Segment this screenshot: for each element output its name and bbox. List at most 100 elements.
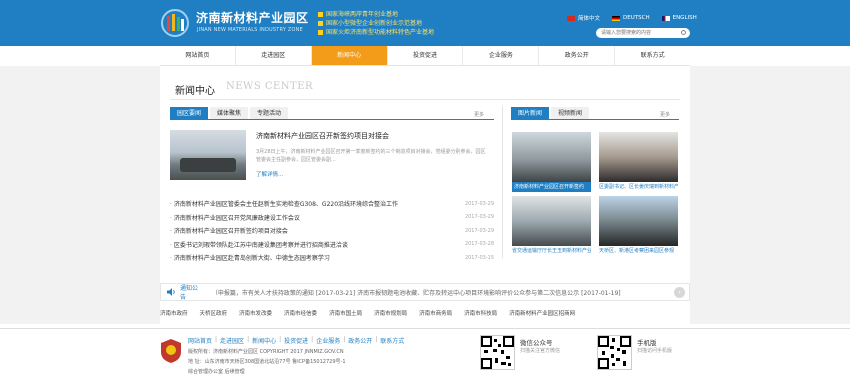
speaker-icon xyxy=(167,288,175,296)
tab-park-news[interactable]: 园区要闻 xyxy=(170,107,209,119)
featured-news-link[interactable]: 了解详情... xyxy=(256,170,283,178)
china-flag-icon xyxy=(567,15,575,21)
nav-about[interactable]: 走进园区 xyxy=(236,46,312,65)
honor-title: 国家海峡两岸青年创业基地 xyxy=(318,10,434,19)
government-seal-icon xyxy=(161,339,181,363)
copyright-text: 版权所有：济南新材料产业园区 COPYRIGHT 2017 JNNMIZ.GOV… xyxy=(188,349,344,355)
honor-titles: 国家海峡两岸青年创业基地 国家小型微型企业创新创业示范基地 国家火炬济南新型功能… xyxy=(318,10,434,37)
notice-ticker[interactable]: （申报篇，市有关人才扶持政策的通知 [2017-03-21] 济南市报韧题电池收… xyxy=(212,288,689,297)
search-icon[interactable] xyxy=(681,30,686,35)
tab-topics[interactable]: 专题活动 xyxy=(250,107,289,119)
tab-media[interactable]: 媒体聚焦 xyxy=(210,107,249,119)
friend-link[interactable]: 天桥区政府 xyxy=(200,309,228,317)
tab-photo-news[interactable]: 图片新闻 xyxy=(511,107,550,119)
photo-caption[interactable]: 省交通运输厅厅长王玉到新材料产业 xyxy=(512,246,591,256)
uk-flag-icon xyxy=(661,15,670,21)
bullet-icon xyxy=(318,12,323,17)
photo-tabs: 图片新闻 视频新闻 xyxy=(511,107,679,120)
news-list: 济南新材料产业园区管委会主任赵新生实地检查G308、G220沿线环境综合整治工作… xyxy=(170,197,494,265)
next-arrow-icon[interactable]: › xyxy=(674,287,685,298)
photo-grid: 济南新材料产业园区召开新签约 区委副书记、区长姜庆瑞到新材料产业园区 省交通运输… xyxy=(512,132,678,256)
nav-investment[interactable]: 投资促进 xyxy=(388,46,464,65)
nav-enterprise[interactable]: 企业服务 xyxy=(463,46,540,65)
friend-link[interactable]: 济南市规划局 xyxy=(374,309,407,317)
photo-image[interactable] xyxy=(599,196,678,246)
lang-deutsch[interactable]: DEUTSCH xyxy=(612,14,650,22)
language-switcher: 简体中文 DEUTSCH ENGLISH xyxy=(567,14,697,22)
nav-home[interactable]: 网站首页 xyxy=(160,46,236,65)
news-item[interactable]: 济南新材料产业园区召开新签约项目对接会2017-03-29 xyxy=(170,224,494,238)
news-item[interactable]: 济南新材料产业园区管委会主任赵新生实地检查G308、G220沿线环境综合整治工作… xyxy=(170,197,494,211)
photo-image[interactable] xyxy=(512,196,591,246)
tab-video-news[interactable]: 视频新闻 xyxy=(551,107,590,119)
photo-item[interactable]: 天桥区、新港区考察团来园区参观 xyxy=(599,196,678,256)
qr-code-icon xyxy=(598,336,631,369)
footer-link-investment[interactable]: 投资促进 xyxy=(284,336,308,345)
featured-news-summary: 3月28日上午，济南新材料产业园区召开第一季度新签约的三个制造项目对接会，党组委… xyxy=(256,149,486,163)
nav-government[interactable]: 政务公开 xyxy=(539,46,616,65)
news-item[interactable]: 济南新材料产业园区召开党风廉政建设工作会议2017-03-29 xyxy=(170,211,494,225)
site-name-en: JINAN NEW MATERIALS INDUSTRY ZONE xyxy=(197,27,303,33)
wechat-subtitle: 扫描关注官方微信 xyxy=(520,348,561,354)
photo-more-link[interactable]: 更多 xyxy=(660,111,670,118)
divider xyxy=(170,99,680,100)
news-more-link[interactable]: 更多 xyxy=(474,111,484,118)
friend-link[interactable]: 济南市经信委 xyxy=(284,309,317,317)
friend-link[interactable]: 济南市国土局 xyxy=(329,309,362,317)
featured-news-image[interactable] xyxy=(170,130,246,180)
site-name[interactable]: 济南新材料产业园区 xyxy=(196,9,309,26)
photo-item[interactable]: 济南新材料产业园区召开新签约 xyxy=(512,132,591,192)
address-text: 地 址：山东济南市天桥区308国道北站沿77号 鲁ICP备15012729号-1 xyxy=(188,359,346,365)
section-title-en: NEWS CENTER xyxy=(226,81,314,92)
footer-link-news[interactable]: 新闻中心 xyxy=(252,336,276,345)
column-divider xyxy=(502,106,503,258)
nav-news[interactable]: 新闻中心 xyxy=(311,46,388,65)
mobile-subtitle: 扫描访问手机版 xyxy=(637,348,673,354)
photo-caption[interactable]: 天桥区、新港区考察团来园区参观 xyxy=(599,246,678,256)
qr-code-icon xyxy=(481,336,514,369)
lang-chinese[interactable]: 简体中文 xyxy=(567,14,600,22)
germany-flag-icon xyxy=(612,15,621,21)
photo-image[interactable] xyxy=(512,132,591,182)
mobile-qr-code xyxy=(597,335,632,370)
admin-text: 综合管理办公室 后续管理 xyxy=(188,369,245,375)
photo-image[interactable] xyxy=(599,132,678,182)
mobile-title: 手机版 xyxy=(637,339,657,347)
notice-label: 通知公告 xyxy=(179,285,198,301)
news-tabs: 园区要闻 媒体聚焦 专题活动 xyxy=(170,107,494,120)
search-box xyxy=(596,28,690,38)
friend-link[interactable]: 济南市科技局 xyxy=(464,309,497,317)
friend-link[interactable]: 济南市政府 xyxy=(160,309,188,317)
footer-link-contact[interactable]: 联系方式 xyxy=(380,336,404,345)
news-item[interactable]: 区委书记刘瑕带领队赴江苏中南建设集团考察并进行招商推进洽谈2017-03-28 xyxy=(170,238,494,252)
section-title: 新闻中心 xyxy=(175,86,215,97)
photo-item[interactable]: 区委副书记、区长姜庆瑞到新材料产业园区 xyxy=(599,132,678,192)
photo-caption[interactable]: 区委副书记、区长姜庆瑞到新材料产业园区 xyxy=(599,182,678,192)
honor-title: 国家火炬济南新型功能材料特色产业基地 xyxy=(318,28,434,37)
footer-link-about[interactable]: 走进园区 xyxy=(220,336,244,345)
friend-link[interactable]: 济南市发改委 xyxy=(239,309,272,317)
bullet-icon xyxy=(318,30,323,35)
main-nav: 网站首页 走进园区 新闻中心 投资促进 企业服务 政务公开 联系方式 xyxy=(160,46,690,66)
friend-link[interactable]: 济南市商务局 xyxy=(419,309,452,317)
footer xyxy=(0,328,850,380)
search-input[interactable] xyxy=(596,28,676,38)
park-logo-icon[interactable] xyxy=(160,8,190,38)
header-bar: 济南新材料产业园区 JINAN NEW MATERIALS INDUSTRY Z… xyxy=(0,0,850,46)
friend-links: 济南市政府 天桥区政府 济南市发改委 济南市经信委 济南市国土局 济南市规划局 … xyxy=(160,306,690,320)
footer-link-enterprise[interactable]: 企业服务 xyxy=(316,336,340,345)
honor-title: 国家小型微型企业创新创业示范基地 xyxy=(318,19,434,28)
news-item[interactable]: 济南新材料产业园区赴青岛创新大街、中德生态园考察学习2017-03-15 xyxy=(170,251,494,265)
friend-link[interactable]: 济南新材料产业园区招商网 xyxy=(509,309,575,317)
bullet-icon xyxy=(318,21,323,26)
footer-nav: 网站首页 | 走进园区 | 新闻中心 | 投资促进 | 企业服务 | 政务公开 | 联系方式 xyxy=(188,336,405,345)
featured-news-title[interactable]: 济南新材料产业园区召开新签约项目对接会 xyxy=(256,131,389,141)
photo-item[interactable]: 省交通运输厅厅长王玉到新材料产业 xyxy=(512,196,591,256)
footer-link-home[interactable]: 网站首页 xyxy=(188,336,212,345)
wechat-qr-code xyxy=(480,335,515,370)
photo-caption[interactable]: 济南新材料产业园区召开新签约 xyxy=(512,182,591,192)
nav-contact[interactable]: 联系方式 xyxy=(615,46,690,65)
wechat-title: 微信公众号 xyxy=(520,339,553,347)
footer-link-government[interactable]: 政务公开 xyxy=(348,336,372,345)
lang-english[interactable]: ENGLISH xyxy=(661,14,697,22)
